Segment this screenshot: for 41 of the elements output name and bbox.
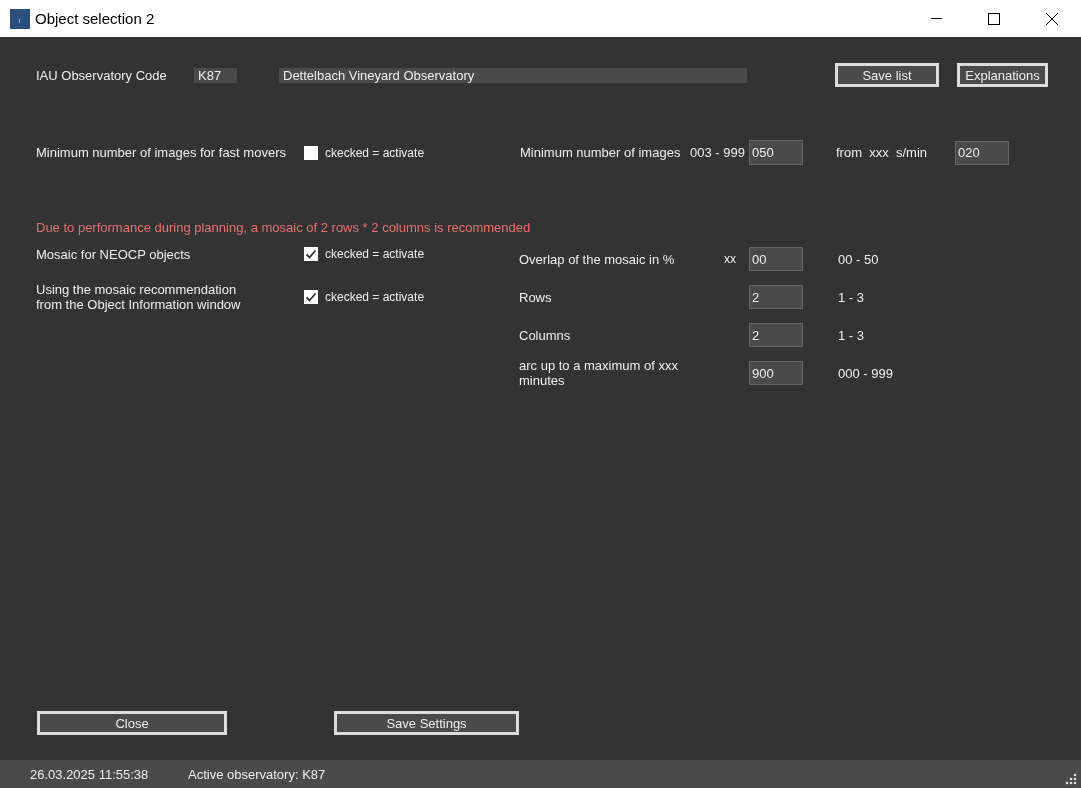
range-label: 1 - 3: [838, 327, 864, 343]
field-label: Minimum number of images for fast movers: [36, 145, 287, 160]
window-title: Object selection 2: [35, 10, 156, 27]
checkbox[interactable]: [304, 290, 318, 304]
explanations-button[interactable]: Explanations: [957, 63, 1048, 87]
warning-message: Due to performance during planning, a mosaic of 2 rows * 2 columns is recommended: [36, 220, 532, 235]
field-label: Rows: [519, 289, 553, 305]
field-label: Using the mosaic recommendation from the Object Information window: [36, 282, 242, 312]
number-field[interactable]: 00: [749, 247, 803, 271]
save-settings-button[interactable]: Save Settings: [334, 711, 519, 735]
checkbox-label: ckecked = activate: [325, 247, 425, 261]
close-icon[interactable]: [1046, 12, 1058, 25]
unit-label: xx: [724, 252, 736, 266]
number-field[interactable]: 2: [749, 323, 803, 347]
number-field[interactable]: 900: [749, 361, 803, 385]
field-label: arc up to a maximum of xxx minutes: [519, 358, 679, 388]
resize-grip-icon[interactable]: [1065, 773, 1077, 785]
status-datetime: 26.03.2025 11:55:38: [30, 766, 150, 782]
field-label: Mosaic for NEOCP objects: [36, 247, 192, 262]
field-label: IAU Observatory Code: [36, 67, 168, 83]
status-observatory: Active observatory: K87: [188, 766, 326, 782]
observatory-code-field[interactable]: K87: [194, 67, 237, 83]
app-icon: [10, 8, 30, 29]
number-field[interactable]: 2: [749, 285, 803, 309]
range-label: 000 - 999: [838, 365, 893, 381]
range-label: 00 - 50: [838, 251, 879, 267]
save-list-button[interactable]: Save list: [835, 63, 939, 87]
range-label: 1 - 3: [838, 289, 864, 305]
checkbox[interactable]: [304, 247, 318, 261]
maximize-icon[interactable]: [988, 12, 1000, 25]
min-images-field[interactable]: 050: [749, 140, 803, 165]
field-label: Overlap of the mosaic in %: [519, 251, 676, 267]
field-label: Minimum number of images: [520, 145, 682, 160]
field-label: from xxx s/min: [836, 145, 928, 160]
seconds-per-minute-field[interactable]: 020: [955, 140, 1009, 165]
field-label: Columns: [519, 327, 572, 343]
checkbox-label: ckecked = activate: [325, 145, 425, 160]
range-label: 003 - 999: [690, 145, 746, 160]
observatory-name-field[interactable]: Dettelbach Vineyard Observatory: [279, 67, 747, 83]
close-button[interactable]: Close: [37, 711, 227, 735]
checkbox-label: ckecked = activate: [325, 290, 425, 304]
